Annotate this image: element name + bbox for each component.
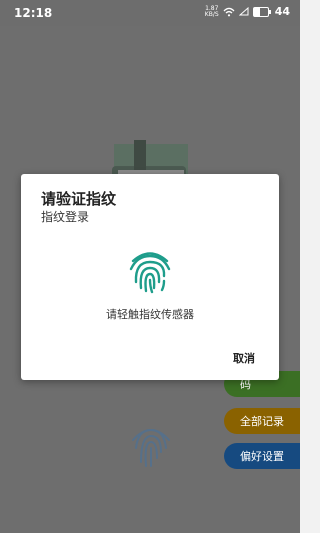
dialog-subtitle: 指纹登录 xyxy=(41,210,90,224)
all-records-button[interactable]: 全部记录 xyxy=(224,408,300,434)
battery-level: 44 xyxy=(274,5,290,18)
status-indicators: 1.87 KB/S 44 xyxy=(205,5,290,18)
network-speed: 1.87 KB/S xyxy=(204,4,219,18)
status-bar: 12:18 1.87 KB/S 44 xyxy=(0,0,300,26)
fingerprint-dialog: 请验证指纹 指纹登录 请轻触指纹传感器 取消 xyxy=(21,174,279,380)
wifi-icon xyxy=(223,7,235,16)
dialog-title: 请验证指纹 xyxy=(41,190,117,208)
preferences-button[interactable]: 偏好设置 xyxy=(224,443,300,469)
status-time: 12:18 xyxy=(14,6,53,20)
signal-icon xyxy=(238,7,249,16)
sensor-hint: 请轻触指纹传感器 xyxy=(106,308,194,321)
cancel-button[interactable]: 取消 xyxy=(233,350,255,366)
fingerprint-icon[interactable] xyxy=(124,418,178,472)
fingerprint-sensor-icon xyxy=(129,252,171,294)
battery-icon xyxy=(252,6,271,17)
